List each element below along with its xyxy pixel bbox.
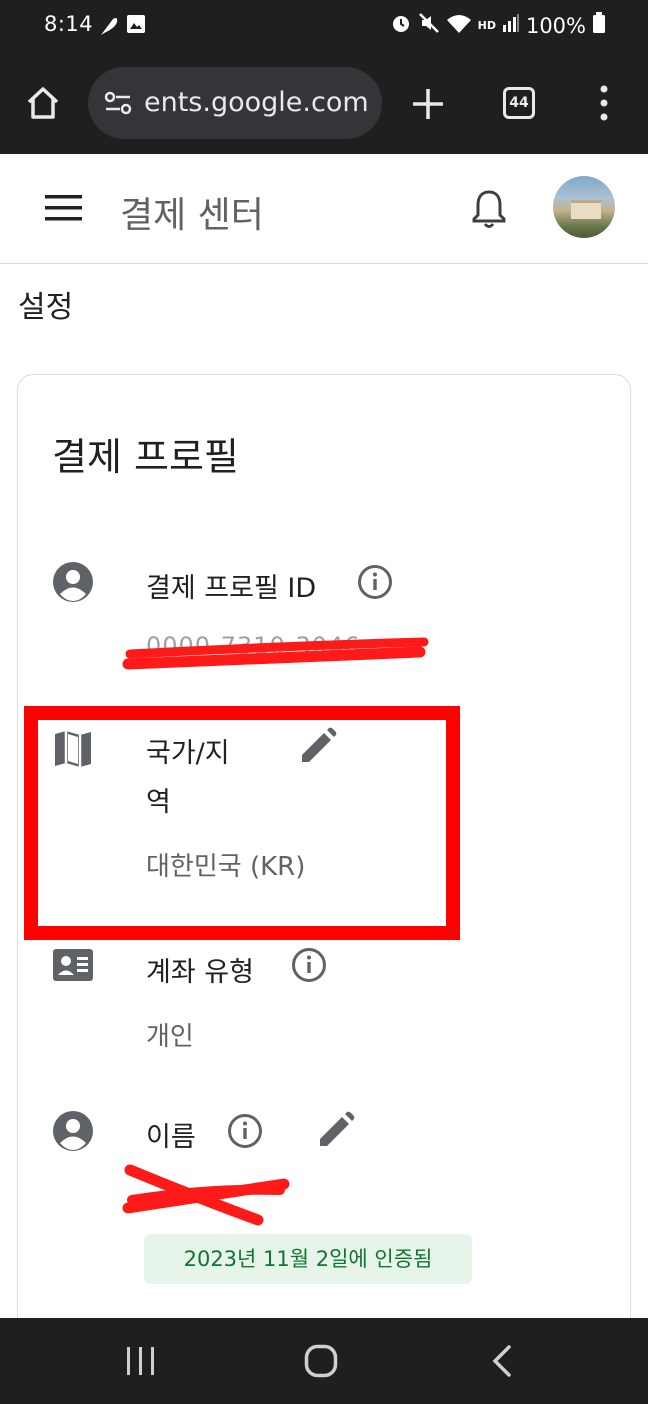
new-tab-icon[interactable] bbox=[410, 86, 446, 126]
address-bar[interactable]: ents.google.com bbox=[88, 67, 382, 139]
browser-toolbar: ents.google.com 44 bbox=[0, 54, 648, 154]
hamburger-menu-icon[interactable] bbox=[45, 194, 83, 226]
info-icon[interactable] bbox=[226, 1112, 266, 1152]
edit-name-icon[interactable] bbox=[316, 1110, 356, 1150]
alarm-icon bbox=[390, 12, 412, 39]
app-title: 결제 센터 bbox=[120, 195, 264, 236]
url-text: ents.google.com bbox=[144, 87, 369, 118]
info-icon[interactable] bbox=[356, 563, 396, 603]
status-time: 8:14 bbox=[44, 12, 94, 36]
profile-id-label: 결제 프로필 ID bbox=[146, 573, 317, 604]
image-icon bbox=[126, 14, 146, 38]
recent-apps-icon[interactable] bbox=[124, 1345, 158, 1381]
hd-badge: HD bbox=[477, 19, 496, 32]
account-circle-icon bbox=[52, 1110, 94, 1152]
contact-card-icon bbox=[52, 945, 94, 987]
notifications-bell-icon[interactable] bbox=[471, 188, 507, 234]
account-type-value: 개인 bbox=[146, 1022, 194, 1052]
site-settings-icon[interactable] bbox=[104, 91, 132, 119]
info-icon[interactable] bbox=[290, 946, 330, 986]
redaction-scribble bbox=[122, 637, 429, 670]
account-type-label: 계좌 유형 bbox=[146, 957, 254, 988]
signal-icon bbox=[502, 13, 520, 38]
status-bar: 8:14 HD 100% bbox=[0, 0, 648, 54]
avatar[interactable] bbox=[553, 176, 615, 238]
account-circle-icon bbox=[52, 561, 94, 603]
menu-icon[interactable] bbox=[596, 84, 612, 126]
home-icon[interactable] bbox=[24, 84, 62, 126]
redaction-scribble bbox=[122, 1164, 290, 1226]
system-nav-bar bbox=[0, 1318, 648, 1404]
name-label: 이름 bbox=[146, 1122, 196, 1153]
home-nav-icon[interactable] bbox=[304, 1344, 338, 1382]
page-title: 설정 bbox=[18, 290, 74, 325]
app-header: 결제 센터 bbox=[0, 154, 648, 264]
feather-icon bbox=[98, 14, 120, 42]
wifi-icon bbox=[446, 12, 472, 39]
tab-switcher-icon[interactable]: 44 bbox=[503, 87, 535, 119]
mute-icon bbox=[418, 12, 440, 39]
verified-badge: 2023년 11월 2일에 인증됨 bbox=[144, 1234, 472, 1284]
back-nav-icon[interactable] bbox=[490, 1344, 514, 1382]
card-title: 결제 프로필 bbox=[52, 435, 239, 479]
battery-icon bbox=[592, 12, 606, 39]
annotation-highlight-box bbox=[24, 706, 460, 940]
battery-percent: 100% bbox=[525, 13, 586, 38]
